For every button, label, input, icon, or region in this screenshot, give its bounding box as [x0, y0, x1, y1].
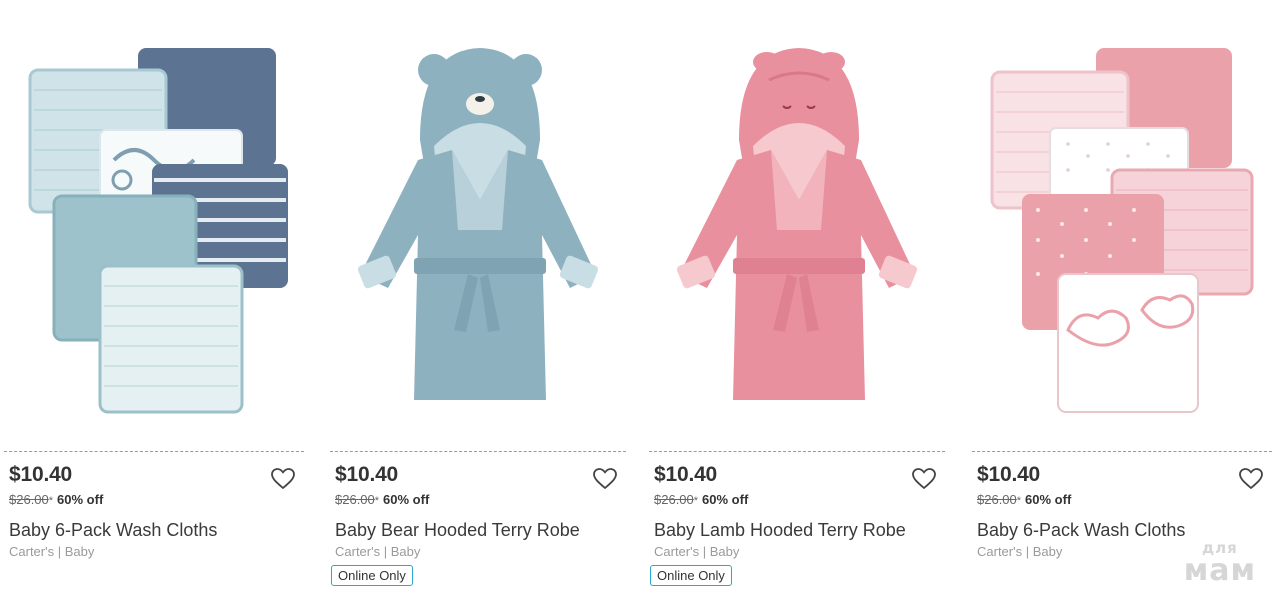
- online-only-badge: Online Only: [650, 565, 732, 586]
- product-brand: Carter's | Baby: [335, 544, 421, 559]
- heart-outline-icon[interactable]: [1238, 467, 1264, 491]
- product-card[interactable]: $10.40 $26.00* 60% off Baby Lamb Hooded T…: [649, 0, 945, 604]
- sale-price: $10.40: [335, 463, 399, 486]
- discount-label: 60% off: [57, 492, 104, 507]
- product-name[interactable]: Baby 6-Pack Wash Cloths: [9, 520, 217, 541]
- product-image[interactable]: [330, 30, 626, 430]
- price-footnote-marker: *: [693, 495, 699, 507]
- product-image[interactable]: [649, 30, 945, 430]
- product-brand: Carter's | Baby: [654, 544, 740, 559]
- card-divider: [4, 451, 304, 452]
- sale-price: $10.40: [9, 463, 73, 486]
- discount-label: 60% off: [383, 492, 430, 507]
- product-image[interactable]: [972, 30, 1272, 430]
- product-name[interactable]: Baby Lamb Hooded Terry Robe: [654, 520, 906, 541]
- card-divider: [330, 451, 626, 452]
- original-price-row: $26.00* 60% off: [9, 492, 103, 507]
- product-card[interactable]: $10.40 $26.00* 60% off Baby 6-Pack Wash C…: [972, 0, 1272, 604]
- original-price-row: $26.00* 60% off: [335, 492, 429, 507]
- product-brand: Carter's | Baby: [977, 544, 1063, 559]
- price-footnote-marker: *: [374, 495, 380, 507]
- pink-washcloths-image: [990, 48, 1254, 413]
- original-price: $26.00: [654, 492, 694, 507]
- product-grid: $10.40 $26.00* 60% off Baby 6-Pack Wash C…: [0, 0, 1280, 604]
- discount-label: 60% off: [1025, 492, 1072, 507]
- original-price-row: $26.00* 60% off: [977, 492, 1071, 507]
- product-image[interactable]: [4, 30, 304, 430]
- sale-price: $10.40: [654, 463, 718, 486]
- blue-bear-robe-image: [357, 48, 599, 400]
- watermark-main-text: мам: [1183, 553, 1256, 588]
- product-card[interactable]: $10.40 $26.00* 60% off Baby Bear Hooded T…: [330, 0, 626, 604]
- original-price: $26.00: [335, 492, 375, 507]
- original-price: $26.00: [977, 492, 1017, 507]
- product-brand: Carter's | Baby: [9, 544, 95, 559]
- card-divider: [972, 451, 1272, 452]
- original-price-row: $26.00* 60% off: [654, 492, 748, 507]
- discount-label: 60% off: [702, 492, 749, 507]
- product-card[interactable]: $10.40 $26.00* 60% off Baby 6-Pack Wash C…: [4, 0, 304, 604]
- heart-outline-icon[interactable]: [270, 467, 296, 491]
- sale-price: $10.40: [977, 463, 1041, 486]
- card-divider: [649, 451, 945, 452]
- price-footnote-marker: *: [1016, 495, 1022, 507]
- online-only-badge: Online Only: [331, 565, 413, 586]
- heart-outline-icon[interactable]: [592, 467, 618, 491]
- original-price: $26.00: [9, 492, 49, 507]
- watermark-logo: для мам: [1184, 541, 1256, 586]
- heart-outline-icon[interactable]: [911, 467, 937, 491]
- blue-washcloths-image: [28, 48, 288, 414]
- price-footnote-marker: *: [48, 495, 54, 507]
- pink-lamb-robe-image: [676, 48, 918, 400]
- product-name[interactable]: Baby Bear Hooded Terry Robe: [335, 520, 580, 541]
- product-name[interactable]: Baby 6-Pack Wash Cloths: [977, 520, 1185, 541]
